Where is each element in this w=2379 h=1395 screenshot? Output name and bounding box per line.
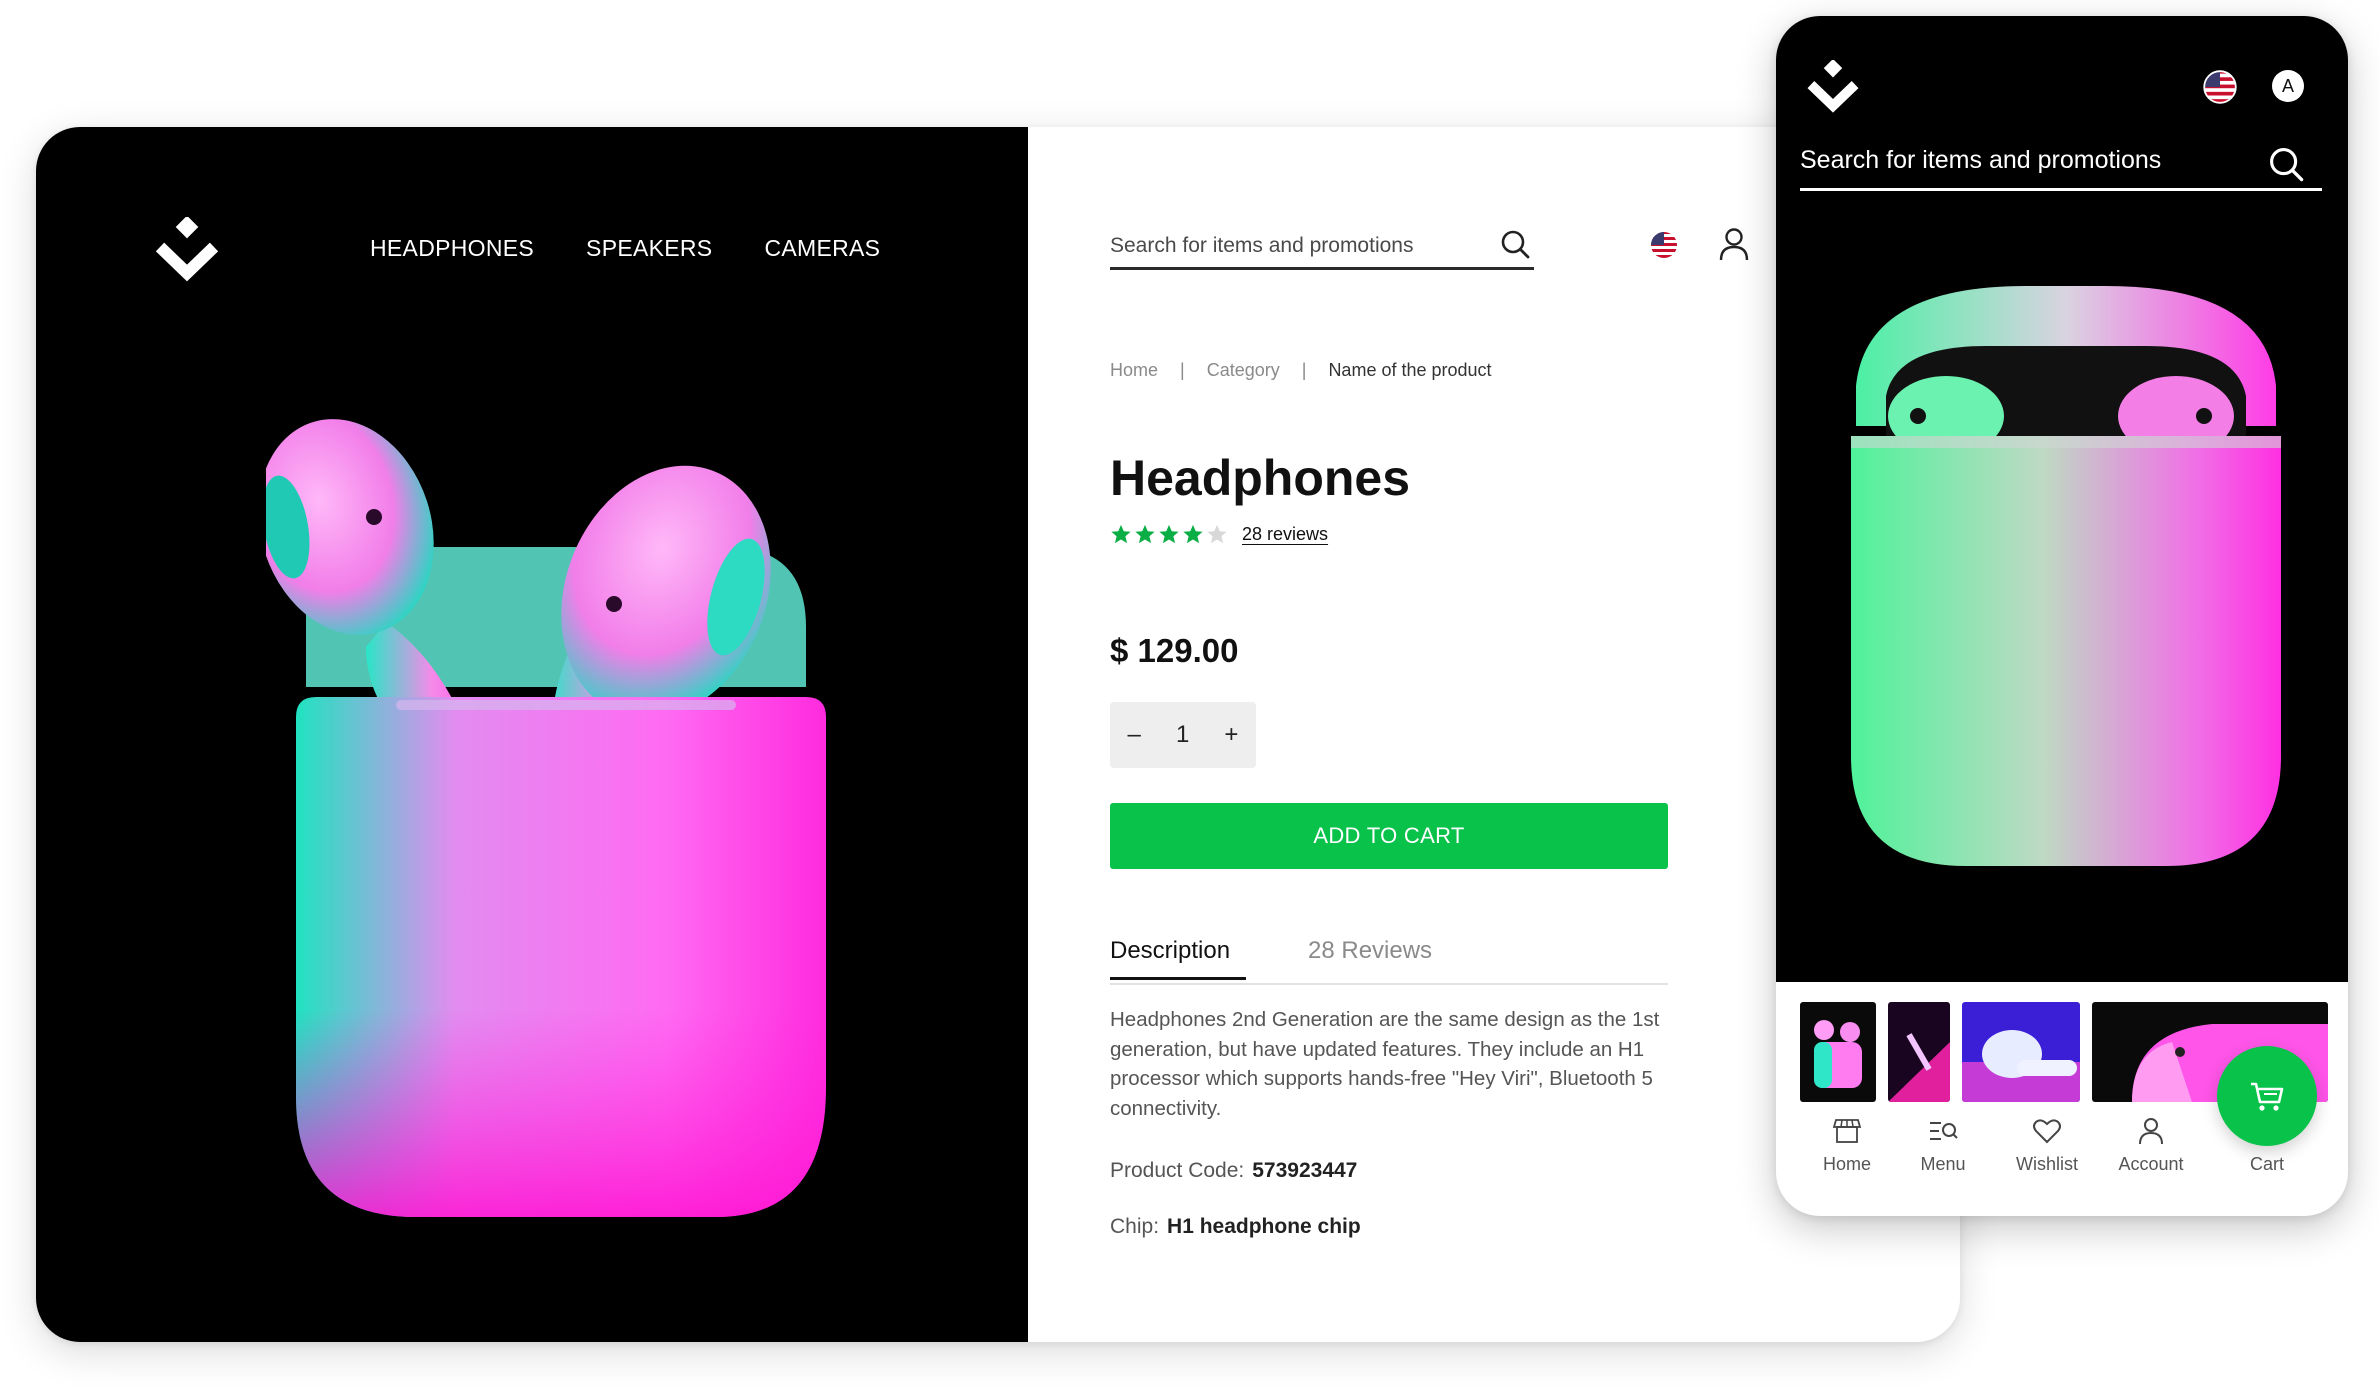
reviews-link[interactable]: 28 reviews: [1242, 524, 1328, 545]
product-description: Headphones 2nd Generation are the same d…: [1110, 1008, 1660, 1120]
product-image: [1851, 286, 2281, 866]
product-price: $ 129.00: [1110, 632, 1239, 669]
mobile-header-area: A: [1776, 16, 2348, 982]
home-store-icon: [1832, 1119, 1862, 1143]
nav-label: Cart: [2249, 1154, 2284, 1174]
nav-label: Wishlist: [2016, 1154, 2078, 1174]
star-icon: [1135, 524, 1155, 544]
thumbnail[interactable]: [1962, 1002, 2080, 1102]
nav-headphones[interactable]: HEADPHONES: [370, 235, 534, 262]
nav-account[interactable]: Account: [2106, 1116, 2196, 1175]
spec-value: H1 headphone chip: [1167, 1215, 1361, 1238]
main-nav: HEADPHONES SPEAKERS CAMERAS: [370, 235, 880, 262]
star-icon: [1159, 524, 1179, 544]
product-tabs: Description 28 Reviews: [1110, 937, 1668, 985]
breadcrumb-home[interactable]: Home: [1110, 360, 1158, 381]
heart-icon: [2033, 1119, 2061, 1144]
star-icon: [1183, 524, 1203, 544]
nav-label: Home: [1822, 1154, 1871, 1174]
nav-cameras[interactable]: CAMERAS: [764, 235, 880, 262]
avatar[interactable]: A: [2272, 70, 2304, 102]
spec-product-code: Product Code: 573923447: [1110, 1159, 1357, 1183]
breadcrumb-current: Name of the product: [1328, 360, 1492, 380]
mobile-mockup: A Search for items and promotions Home M…: [1776, 16, 2348, 1216]
flag-us-icon[interactable]: [2203, 70, 2237, 104]
add-to-cart-button[interactable]: ADD TO CART: [1110, 803, 1668, 869]
spec-label: Chip:: [1110, 1215, 1160, 1238]
star-icon: [1111, 524, 1131, 544]
product-rating: 28 reviews: [1110, 523, 1328, 545]
tab-reviews[interactable]: 28 Reviews: [1308, 937, 1432, 965]
search-bar: [1110, 225, 1534, 270]
account-icon: [2139, 1118, 2163, 1145]
quantity-decrease-button[interactable]: –: [1122, 721, 1147, 749]
search-icon[interactable]: [1500, 229, 1530, 259]
spec-value: 573923447: [1252, 1159, 1358, 1182]
nav-speakers[interactable]: SPEAKERS: [586, 235, 712, 262]
nav-label: Account: [2118, 1154, 2184, 1174]
mobile-search-input[interactable]: [1800, 146, 2240, 175]
flag-us-icon[interactable]: [1650, 231, 1678, 259]
quantity-increase-button[interactable]: +: [1218, 721, 1244, 749]
hero-section: HEADPHONES SPEAKERS CAMERAS: [36, 127, 1028, 1342]
mobile-search-bar: [1800, 138, 2322, 191]
cart-button[interactable]: [2217, 1046, 2317, 1146]
spec-label: Product Code:: [1110, 1159, 1245, 1182]
thumbnail[interactable]: [1800, 1002, 1876, 1102]
thumbnail[interactable]: [1888, 1002, 1950, 1102]
star-icon: [1207, 524, 1227, 544]
logo-icon[interactable]: [1806, 60, 1860, 114]
nav-label: Menu: [1920, 1154, 1966, 1174]
breadcrumb-category[interactable]: Category: [1207, 360, 1280, 381]
search-icon[interactable]: [2268, 146, 2304, 182]
breadcrumb-separator: |: [1180, 360, 1185, 380]
product-hero-image: [266, 419, 826, 1217]
spec-chip: Chip: H1 headphone chip: [1110, 1215, 1361, 1239]
nav-home[interactable]: Home: [1802, 1116, 1892, 1175]
quantity-value[interactable]: 1: [1170, 721, 1195, 749]
product-title: Headphones: [1110, 450, 1411, 506]
star-rating: [1110, 523, 1228, 545]
user-icon[interactable]: [1718, 227, 1750, 261]
cart-icon: [2251, 1082, 2284, 1111]
nav-menu[interactable]: Menu: [1898, 1116, 1988, 1175]
nav-wishlist[interactable]: Wishlist: [2002, 1116, 2092, 1175]
breadcrumb: Home | Category | Name of the product: [1110, 360, 1492, 381]
breadcrumb-separator: |: [1301, 360, 1307, 380]
menu-search-icon: [1930, 1122, 1958, 1140]
logo-icon[interactable]: [154, 217, 220, 283]
quantity-stepper: – 1 +: [1110, 702, 1256, 768]
tab-description[interactable]: Description: [1110, 937, 1247, 980]
desktop-mockup: HEADPHONES SPEAKERS CAMERAS Search for i…: [36, 127, 1960, 1342]
search-input[interactable]: [1110, 234, 1490, 258]
